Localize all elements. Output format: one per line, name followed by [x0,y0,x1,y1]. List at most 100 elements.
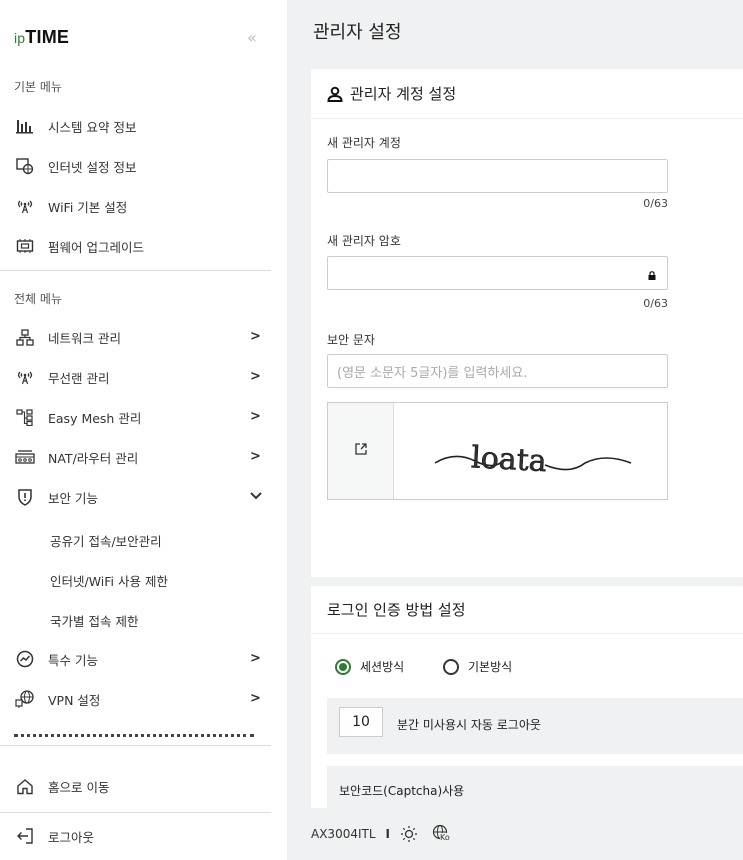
login-method-card: 로그인 인증 방법 설정 세션방식 기본방식 10 분간 미사용시 자동 로그아… [311,586,743,808]
sidebar-item-vpn[interactable]: VPN 설정 > [0,679,287,719]
captcha-use-row: 보안코드(Captcha)사용 [327,766,743,808]
sun-icon[interactable] [400,825,418,843]
captcha-use-label: 보안코드(Captcha)사용 [339,784,465,798]
chevron-right-icon: > [250,691,261,706]
radio-basic-label: 기본방식 [468,660,513,674]
chevron-down-icon [250,489,262,504]
captcha-refresh-button[interactable] [328,403,394,499]
sidebar-subitem-router-access[interactable]: 공유기 접속/보안관리 [0,520,287,560]
card-header: 로그인 인증 방법 설정 [311,586,743,634]
chevron-right-icon: > [250,651,261,666]
new-password-label: 새 관리자 암호 [327,234,401,248]
sidebar-item-firmware[interactable]: 펌웨어 업그레이드 [0,226,287,266]
chevron-right-icon: > [250,329,261,344]
new-account-input[interactable] [327,159,668,193]
sidebar-subitem-usage-limit[interactable]: 인터넷/WiFi 사용 제한 [0,560,287,600]
sidebar-item-wireless[interactable]: 무선랜 관리 > [0,357,287,397]
radio-basic[interactable]: 기본방식 [443,658,512,675]
mesh-icon [14,408,36,426]
new-account-label: 새 관리자 계정 [327,136,401,150]
home-icon [14,777,36,795]
chevron-right-icon: > [250,449,261,464]
refresh-icon [354,442,368,460]
firmware-icon [14,237,36,255]
sidebar-divider [0,812,271,813]
timeout-minutes-input[interactable]: 10 [339,707,383,737]
vpn-icon [14,690,36,708]
radio-selected-icon [335,658,351,675]
sidebar-item-label: 인터넷 설정 정보 [48,159,137,175]
sidebar-subitem-country-block[interactable]: 국가별 접속 제한 [0,600,287,640]
chevron-right-icon: > [250,409,261,424]
main-content: 관리자 설정 관리자 계정 설정 새 관리자 계정 0/63 새 관리자 암호 … [287,0,743,860]
sidebar-item-label: 로그아웃 [48,829,95,845]
sidebar-item-label: NAT/라우터 관리 [48,450,139,466]
globe-ko-icon[interactable]: Ko [432,824,454,844]
sidebar-item-security[interactable]: 보안 기능 [0,477,287,517]
sidebar-item-label: Easy Mesh 관리 [48,410,142,426]
lang-code: Ko [440,833,450,842]
card-title: 관리자 계정 설정 [350,85,457,103]
timeout-label: 분간 미사용시 자동 로그아웃 [397,718,541,732]
new-account-counter: 0/63 [643,197,668,210]
sidebar-item-label: 시스템 요약 정보 [48,119,137,135]
sidebar-item-network[interactable]: 네트워크 관리 > [0,317,287,357]
sidebar-scroll-clip [0,722,287,742]
sidebar-item-wifi-basic[interactable]: WiFi 기본 설정 [0,186,287,226]
sidebar-item-special[interactable]: 특수 기능 > [0,639,287,679]
logo-time: TIME [25,27,70,47]
timeout-row: 10 분간 미사용시 자동 로그아웃 [327,698,743,754]
captcha-box: loata [327,402,668,500]
sidebar-item-internet-info[interactable]: 인터넷 설정 정보 [0,146,287,186]
security-text-label: 보안 문자 [327,333,375,347]
new-password-counter: 0/63 [643,297,668,310]
network-icon [14,328,36,346]
sidebar-item-label: 특수 기능 [48,652,98,668]
sidebar-item-logout[interactable]: 로그아웃 [0,816,287,856]
sidebar-item-partial [14,734,254,740]
chart-bar-icon [14,117,36,135]
model-name: AX3004ITL [311,827,376,841]
radio-unselected-icon [443,658,459,675]
basic-menu-title: 기본 메뉴 [14,80,62,94]
sidebar-item-home[interactable]: 홈으로 이동 [0,766,287,806]
router-icon [14,448,36,466]
page-title: 관리자 설정 [313,22,402,43]
lock-icon[interactable] [648,269,656,284]
sidebar-item-label: 펌웨어 업그레이드 [48,239,144,255]
wifi-antenna-icon [14,197,36,215]
sidebar-item-label: 무선랜 관리 [48,370,110,386]
special-icon [14,650,36,668]
collapse-sidebar-icon[interactable]: « [247,28,257,47]
sidebar-item-nat-router[interactable]: NAT/라우터 관리 > [0,437,287,477]
logout-icon [14,827,36,845]
chevron-right-icon: > [250,369,261,384]
iptime-logo[interactable]: ipTIME [14,27,69,48]
captcha-image: loata [395,403,667,499]
globe-monitor-icon [14,157,36,175]
all-menu-title: 전체 메뉴 [14,292,62,306]
sidebar-divider [0,745,271,746]
wifi-antenna-icon [14,368,36,386]
footer-separator: I [385,827,390,841]
sidebar-item-label: 보안 기능 [48,490,98,506]
sidebar: ipTIME « 기본 메뉴 시스템 요약 정보 인터넷 설정 정보 WiFi … [0,0,287,860]
sidebar-item-label: 홈으로 이동 [48,779,110,795]
card-title: 로그인 인증 방법 설정 [327,601,466,619]
footer: AX3004ITL I Ko [287,808,743,860]
sidebar-item-label: WiFi 기본 설정 [48,199,128,215]
new-password-input[interactable] [327,256,668,290]
admin-account-card: 관리자 계정 설정 새 관리자 계정 0/63 새 관리자 암호 0/63 보안… [311,69,743,577]
shield-icon [14,488,36,506]
user-icon [327,86,343,102]
sidebar-item-system-summary[interactable]: 시스템 요약 정보 [0,106,287,146]
captcha-text: loata [470,440,547,479]
sidebar-divider [0,270,271,271]
radio-session-label: 세션방식 [360,660,405,674]
sidebar-item-easymesh[interactable]: Easy Mesh 관리 > [0,397,287,437]
security-text-input[interactable]: (영문 소문자 5글자)를 입력하세요. [327,354,668,388]
sidebar-item-label: 네트워크 관리 [48,330,121,346]
card-header: 관리자 계정 설정 [311,69,743,119]
radio-session[interactable]: 세션방식 [335,658,404,675]
logo-ip: ip [14,30,26,46]
